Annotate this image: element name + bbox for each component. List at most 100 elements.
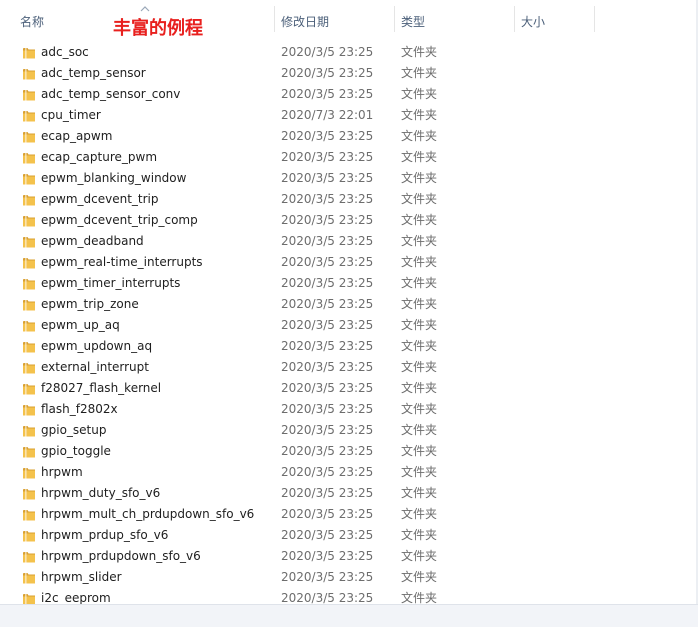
file-row[interactable]: epwm_real-time_interrupts 2020/3/5 23:25 文… — [0, 252, 698, 273]
file-type: 文件夹 — [401, 570, 438, 584]
file-row[interactable]: epwm_deadband 2020/3/5 23:25 文件夹 — [0, 231, 698, 252]
file-modified-date: 2020/3/5 23:25 — [281, 213, 374, 227]
column-header-size[interactable]: 大小 — [521, 0, 545, 32]
file-row[interactable]: adc_soc 2020/3/5 23:25 文件夹 — [0, 42, 698, 63]
file-name: f28027_flash_kernel — [41, 381, 162, 395]
file-type: 文件夹 — [401, 507, 438, 521]
file-modified-date: 2020/3/5 23:25 — [281, 150, 374, 164]
file-name: hrpwm_duty_sfo_v6 — [41, 486, 161, 500]
file-row[interactable]: cpu_timer 2020/7/3 22:01 文件夹 — [0, 105, 698, 126]
file-row[interactable]: flash_f2802x 2020/3/5 23:25 文件夹 — [0, 399, 698, 420]
file-name: cpu_timer — [41, 108, 101, 122]
file-modified-date: 2020/3/5 23:25 — [281, 66, 374, 80]
file-modified-date: 2020/3/5 23:25 — [281, 276, 374, 290]
file-type: 文件夹 — [401, 150, 438, 164]
folder-icon — [23, 298, 35, 311]
file-modified-date: 2020/3/5 23:25 — [281, 87, 374, 101]
folder-icon — [23, 571, 35, 584]
file-row[interactable]: hrpwm 2020/3/5 23:25 文件夹 — [0, 462, 698, 483]
file-row[interactable]: epwm_up_aq 2020/3/5 23:25 文件夹 — [0, 315, 698, 336]
file-modified-date: 2020/3/5 23:25 — [281, 570, 374, 584]
file-modified-date: 2020/3/5 23:25 — [281, 360, 374, 374]
file-type: 文件夹 — [401, 339, 438, 353]
file-type: 文件夹 — [401, 276, 438, 290]
folder-icon — [23, 46, 35, 59]
file-modified-date: 2020/3/5 23:25 — [281, 171, 374, 185]
file-modified-date: 2020/3/5 23:25 — [281, 297, 374, 311]
folder-icon — [23, 340, 35, 353]
file-row[interactable]: adc_temp_sensor 2020/3/5 23:25 文件夹 — [0, 63, 698, 84]
file-type: 文件夹 — [401, 45, 438, 59]
file-row[interactable]: external_interrupt 2020/3/5 23:25 文件夹 — [0, 357, 698, 378]
file-row[interactable]: gpio_setup 2020/3/5 23:25 文件夹 — [0, 420, 698, 441]
file-type: 文件夹 — [401, 129, 438, 143]
file-row[interactable]: hrpwm_slider 2020/3/5 23:25 文件夹 — [0, 567, 698, 588]
file-row[interactable]: hrpwm_prdup_sfo_v6 2020/3/5 23:25 文件夹 — [0, 525, 698, 546]
file-row[interactable]: epwm_updown_aq 2020/3/5 23:25 文件夹 — [0, 336, 698, 357]
file-row[interactable]: adc_temp_sensor_conv 2020/3/5 23:25 文件夹 — [0, 84, 698, 105]
file-name: ecap_apwm — [41, 129, 113, 143]
folder-icon — [23, 172, 35, 185]
file-row[interactable]: epwm_trip_zone 2020/3/5 23:25 文件夹 — [0, 294, 698, 315]
file-row[interactable]: ecap_apwm 2020/3/5 23:25 文件夹 — [0, 126, 698, 147]
status-bar — [0, 604, 698, 627]
column-separator[interactable] — [514, 6, 515, 32]
file-row[interactable]: ecap_capture_pwm 2020/3/5 23:25 文件夹 — [0, 147, 698, 168]
file-name: hrpwm_prdup_sfo_v6 — [41, 528, 169, 542]
column-header-date[interactable]: 修改日期 — [281, 0, 329, 32]
file-modified-date: 2020/3/5 23:25 — [281, 129, 374, 143]
file-name: hrpwm_slider — [41, 570, 122, 584]
file-modified-date: 2020/3/5 23:25 — [281, 318, 374, 332]
folder-icon — [23, 466, 35, 479]
file-modified-date: 2020/3/5 23:25 — [281, 423, 374, 437]
annotation-label: 丰富的例程 — [113, 18, 203, 39]
file-type: 文件夹 — [401, 297, 438, 311]
file-row[interactable]: epwm_dcevent_trip 2020/3/5 23:25 文件夹 — [0, 189, 698, 210]
sort-ascending-chevron-icon — [140, 6, 150, 12]
file-type: 文件夹 — [401, 381, 438, 395]
file-type: 文件夹 — [401, 171, 438, 185]
file-name: epwm_dcevent_trip — [41, 192, 159, 206]
file-type: 文件夹 — [401, 486, 438, 500]
file-type: 文件夹 — [401, 360, 438, 374]
file-type: 文件夹 — [401, 465, 438, 479]
file-row[interactable]: epwm_timer_interrupts 2020/3/5 23:25 文件夹 — [0, 273, 698, 294]
file-name: external_interrupt — [41, 360, 149, 374]
file-row[interactable]: epwm_blanking_window 2020/3/5 23:25 文件夹 — [0, 168, 698, 189]
file-name: adc_temp_sensor — [41, 66, 146, 80]
file-name: flash_f2802x — [41, 402, 118, 416]
file-name: gpio_setup — [41, 423, 107, 437]
folder-icon — [23, 214, 35, 227]
file-modified-date: 2020/3/5 23:25 — [281, 255, 374, 269]
file-modified-date: 2020/3/5 23:25 — [281, 381, 374, 395]
column-header-name[interactable]: 名称 — [20, 0, 44, 32]
file-type: 文件夹 — [401, 444, 438, 458]
file-name: epwm_up_aq — [41, 318, 120, 332]
file-modified-date: 2020/3/5 23:25 — [281, 465, 374, 479]
column-separator[interactable] — [394, 6, 395, 32]
column-header-type[interactable]: 类型 — [401, 0, 425, 32]
file-row[interactable]: gpio_toggle 2020/3/5 23:25 文件夹 — [0, 441, 698, 462]
file-type: 文件夹 — [401, 318, 438, 332]
file-name: hrpwm_mult_ch_prdupdown_sfo_v6 — [41, 507, 255, 521]
file-row[interactable]: hrpwm_duty_sfo_v6 2020/3/5 23:25 文件夹 — [0, 483, 698, 504]
file-type: 文件夹 — [401, 87, 438, 101]
file-name: epwm_real-time_interrupts — [41, 255, 203, 269]
file-modified-date: 2020/3/5 23:25 — [281, 486, 374, 500]
file-name: gpio_toggle — [41, 444, 111, 458]
file-row[interactable]: f28027_flash_kernel 2020/3/5 23:25 文件夹 — [0, 378, 698, 399]
folder-icon — [23, 550, 35, 563]
folder-icon — [23, 424, 35, 437]
file-name: hrpwm_prdupdown_sfo_v6 — [41, 549, 201, 563]
folder-icon — [23, 487, 35, 500]
column-separator[interactable] — [274, 6, 275, 32]
file-type: 文件夹 — [401, 549, 438, 563]
file-type: 文件夹 — [401, 66, 438, 80]
file-row[interactable]: hrpwm_mult_ch_prdupdown_sfo_v6 2020/3/5 2… — [0, 504, 698, 525]
file-list: adc_soc 2020/3/5 23:25 文件夹 adc_temp_sensor 2… — [0, 42, 698, 609]
file-row[interactable]: epwm_dcevent_trip_comp 2020/3/5 23:25 文件夹 — [0, 210, 698, 231]
folder-icon — [23, 88, 35, 101]
file-row[interactable]: hrpwm_prdupdown_sfo_v6 2020/3/5 23:25 文件夹 — [0, 546, 698, 567]
file-modified-date: 2020/3/5 23:25 — [281, 45, 374, 59]
column-separator[interactable] — [594, 6, 595, 32]
